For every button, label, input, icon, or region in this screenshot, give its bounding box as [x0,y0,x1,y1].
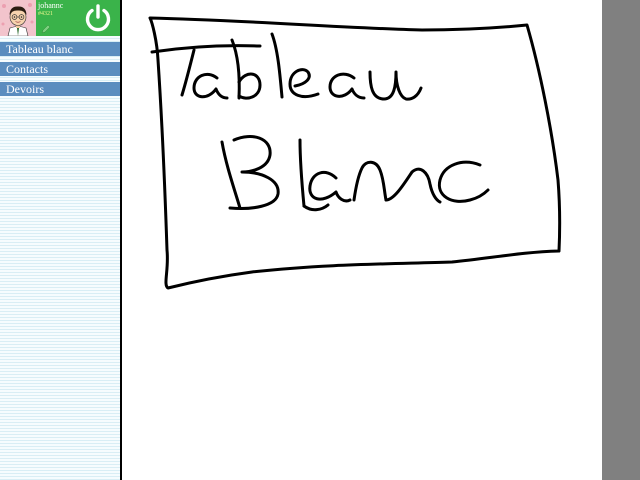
scrollbar-panel[interactable] [602,0,640,480]
drawn-frame [148,16,562,290]
pencil-icon[interactable] [41,21,51,34]
nav-item-devoirs[interactable]: Devoirs [0,82,120,96]
nav-item-tableau-blanc[interactable]: Tableau blanc [0,42,120,56]
power-icon [82,2,114,34]
drawn-text-blanc [220,135,490,212]
user-header: johannc #4321 [0,0,120,36]
nav-item-contacts[interactable]: Contacts [0,62,120,76]
logout-power-button[interactable] [82,2,114,34]
user-info: johannc #4321 [37,1,81,35]
user-name: johannc [38,1,64,10]
avatar [0,0,36,36]
drawn-text-tableau [150,32,423,101]
sidebar: johannc #4321 Tableau blanc Contacts Dev… [0,0,122,480]
whiteboard-canvas[interactable] [122,0,602,480]
user-code: #4321 [38,11,53,17]
whiteboard-drawing [148,16,562,290]
